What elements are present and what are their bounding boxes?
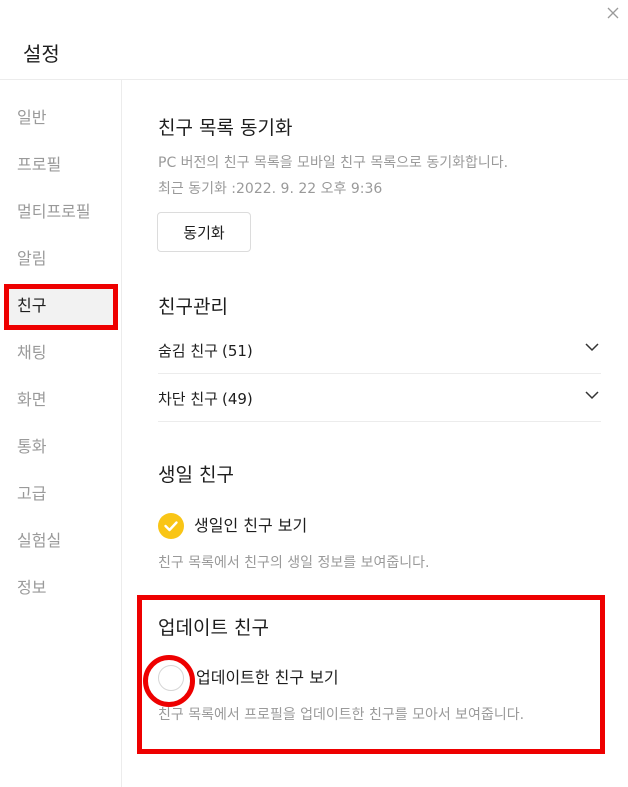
update-checkbox[interactable]	[158, 665, 184, 691]
sidebar-item-general[interactable]: 일반	[17, 108, 46, 128]
last-sync-time: 최근 동기화 :2022. 9. 22 오후 9:36	[158, 181, 383, 197]
hidden-friends-label: 숨김 친구	[158, 342, 218, 360]
sidebar-item-notifications[interactable]: 알림	[17, 249, 46, 269]
update-section-title: 업데이트 친구	[158, 617, 269, 639]
blocked-friends-label-group: 차단 친구 (49)	[158, 388, 253, 409]
sidebar-item-info[interactable]: 정보	[17, 578, 46, 598]
sidebar-item-friends[interactable]: 친구	[17, 296, 46, 316]
blocked-friends-label: 차단 친구	[158, 390, 218, 408]
update-checkbox-label[interactable]: 업데이트한 친구 보기	[196, 668, 339, 688]
manage-section-title: 친구관리	[158, 296, 228, 318]
birthday-checkbox-label[interactable]: 생일인 친구 보기	[194, 516, 307, 536]
blocked-friends-row[interactable]: 차단 친구 (49)	[158, 376, 601, 422]
sidebar-item-display[interactable]: 화면	[17, 390, 46, 410]
blocked-friends-count: (49)	[221, 390, 253, 408]
birthday-description: 친구 목록에서 친구의 생일 정보를 보여줍니다.	[158, 555, 430, 571]
chevron-down-icon[interactable]	[585, 390, 599, 400]
update-description: 친구 목록에서 프로필을 업데이트한 친구를 모아서 보여줍니다.	[158, 707, 525, 723]
birthday-checkbox[interactable]	[158, 513, 184, 539]
sidebar-item-profile[interactable]: 프로필	[17, 155, 61, 175]
hidden-friends-label-group: 숨김 친구 (51)	[158, 340, 253, 361]
sidebar-item-multiprofile[interactable]: 멀티프로필	[17, 202, 91, 222]
sidebar-item-labs[interactable]: 실험실	[17, 531, 61, 551]
close-icon	[607, 7, 619, 19]
chevron-down-icon[interactable]	[585, 342, 599, 352]
header-divider	[0, 79, 628, 80]
sync-button[interactable]: 동기화	[157, 212, 251, 252]
sidebar-divider	[121, 80, 122, 787]
close-button[interactable]	[604, 4, 622, 22]
checkmark-icon	[164, 521, 178, 532]
sidebar-item-chat[interactable]: 채팅	[17, 343, 46, 363]
sync-section-title: 친구 목록 동기화	[158, 117, 293, 139]
sidebar-item-advanced[interactable]: 고급	[17, 484, 46, 504]
window-title: 설정	[23, 42, 60, 66]
sync-description: PC 버전의 친구 목록을 모바일 친구 목록으로 동기화합니다.	[158, 155, 509, 171]
hidden-friends-count: (51)	[221, 342, 253, 360]
sidebar-item-call[interactable]: 통화	[17, 437, 46, 457]
hidden-friends-row[interactable]: 숨김 친구 (51)	[158, 328, 601, 374]
birthday-section-title: 생일 친구	[158, 464, 234, 486]
